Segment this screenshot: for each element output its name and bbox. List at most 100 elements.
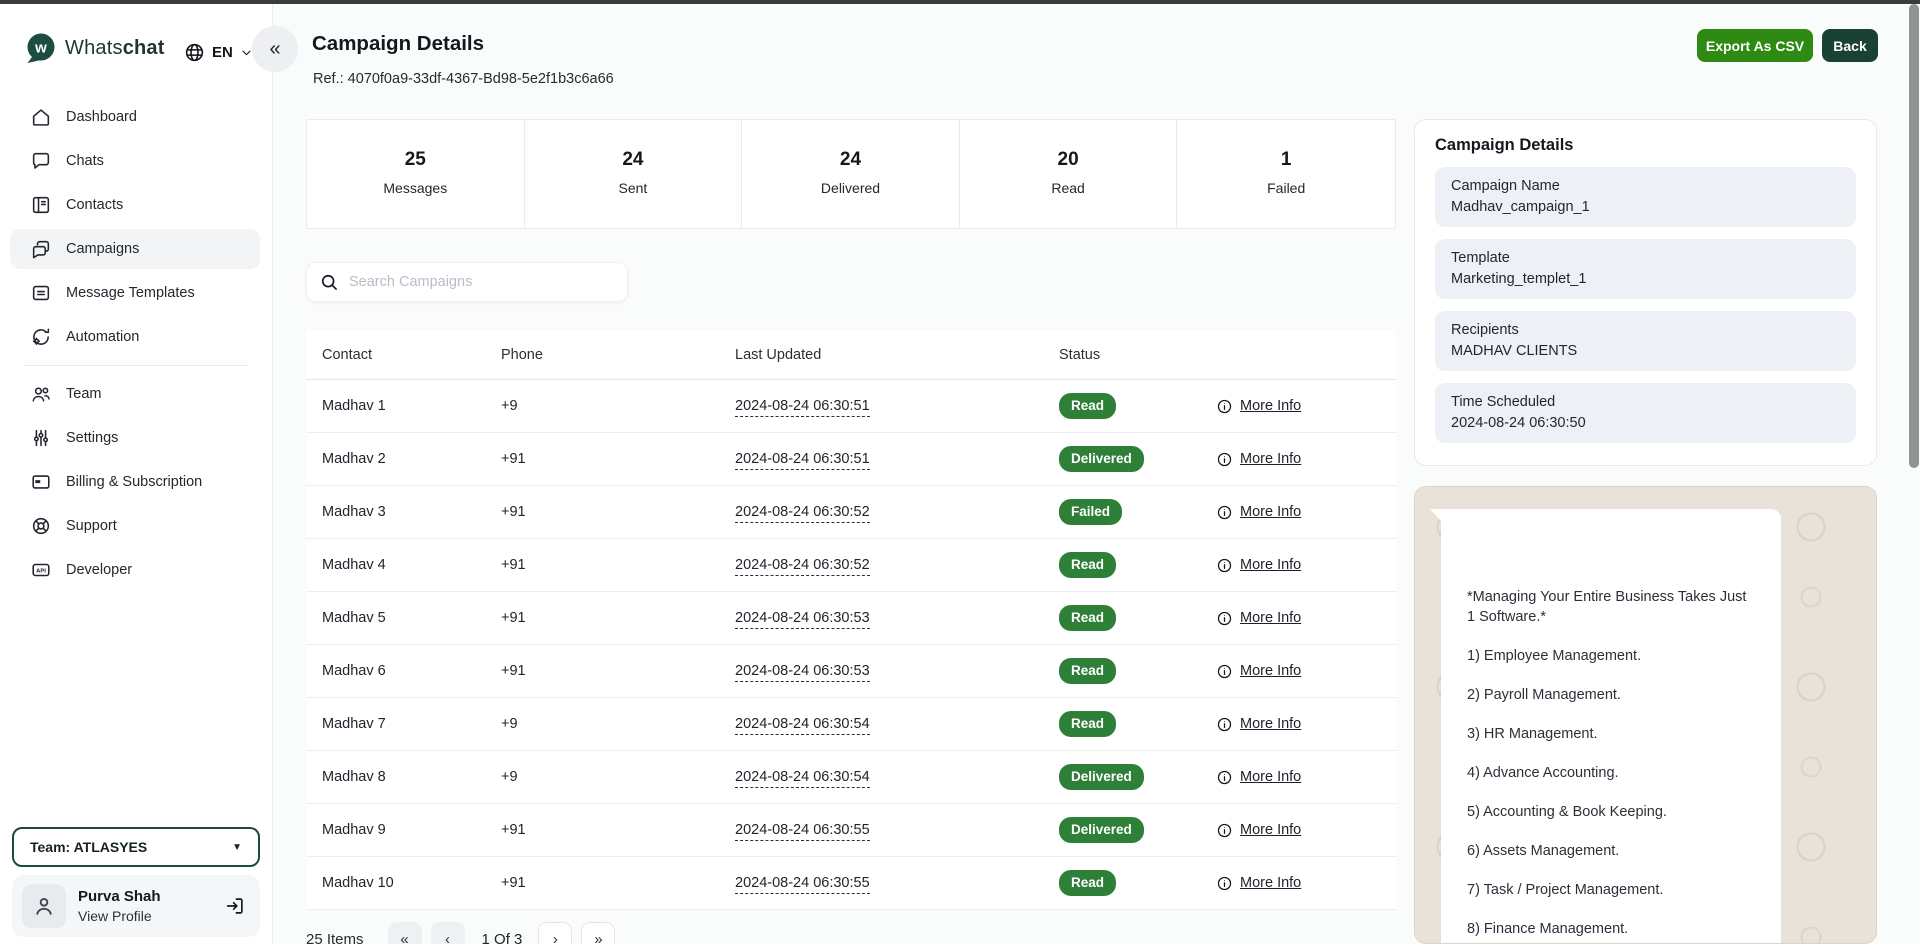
status-badge: Delivered — [1059, 764, 1144, 790]
stat-card-messages: 25 Messages — [307, 120, 525, 228]
contact-cell: Madhav 6 — [322, 663, 386, 679]
first-page-button[interactable]: « — [387, 922, 422, 944]
timestamp-link[interactable]: 2024-08-24 06:30:52 — [735, 504, 870, 523]
last-page-button[interactable]: » — [581, 922, 616, 944]
sidebar-item-label: Contacts — [66, 197, 124, 213]
sidebar-item-label: Chats — [66, 153, 104, 169]
vertical-scrollbar[interactable] — [1908, 4, 1920, 944]
column-header-status: Status — [1059, 346, 1101, 363]
campaigns-icon — [30, 238, 52, 260]
page-indicator: 1 Of 3 — [481, 930, 523, 944]
chat-icon — [30, 150, 52, 172]
developer-icon: API — [30, 559, 52, 581]
globe-icon — [184, 42, 205, 63]
contacts-icon — [30, 194, 52, 216]
language-selector[interactable]: EN — [184, 42, 253, 63]
export-csv-button[interactable]: Export As CSV — [1697, 29, 1813, 62]
language-code: EN — [212, 44, 233, 61]
table-body: Madhav 1 +9 2024-08-24 06:30:51 Read More In… — [306, 380, 1396, 910]
whatschat-logo-icon: w — [24, 32, 58, 65]
more-info-link[interactable]: More Info — [1216, 875, 1396, 892]
more-info-link[interactable]: More Info — [1216, 663, 1396, 680]
sidebar-collapse-button[interactable]: « — [252, 26, 298, 72]
prev-page-button[interactable]: ‹ — [430, 922, 465, 944]
status-badge: Failed — [1059, 499, 1123, 525]
more-info-link[interactable]: More Info — [1216, 610, 1396, 627]
chevron-down-icon — [240, 46, 253, 59]
more-info-label: More Info — [1240, 451, 1302, 467]
sidebar-item-message-templates[interactable]: Message Templates — [0, 271, 272, 315]
back-button[interactable]: Back — [1822, 29, 1878, 62]
last-updated-cell: 2024-08-24 06:30:53 — [719, 610, 1043, 629]
status-badge: Read — [1059, 658, 1117, 684]
sidebar-item-developer[interactable]: API Developer — [0, 548, 272, 592]
timestamp-link[interactable]: 2024-08-24 06:30:51 — [735, 451, 870, 470]
items-count: 25 Items — [306, 930, 364, 944]
timestamp-link[interactable]: 2024-08-24 06:30:54 — [735, 716, 870, 735]
timestamp-link[interactable]: 2024-08-24 06:30:54 — [735, 769, 870, 788]
column-header-last-updated: Last Updated — [735, 346, 822, 363]
timestamp-link[interactable]: 2024-08-24 06:30:55 — [735, 875, 870, 894]
sidebar-item-team[interactable]: Team — [0, 372, 272, 416]
timestamp-link[interactable]: 2024-08-24 06:30:53 — [735, 610, 870, 629]
stat-value: 24 — [622, 148, 644, 170]
sidebar-item-contacts[interactable]: Contacts — [0, 183, 272, 227]
stat-label: Read — [1051, 179, 1085, 196]
timestamp-link[interactable]: 2024-08-24 06:30:51 — [735, 398, 870, 417]
detail-field-template: Template Marketing_templet_1 — [1435, 239, 1856, 299]
last-updated-cell: 2024-08-24 06:30:54 — [719, 716, 1043, 735]
status-cell: Read — [1043, 393, 1200, 419]
home-icon — [30, 106, 52, 128]
more-info-link[interactable]: More Info — [1216, 504, 1396, 521]
whatsapp-message-bubble: *Managing Your Entire Business Takes Jus… — [1430, 509, 1781, 943]
more-info-link[interactable]: More Info — [1216, 398, 1396, 415]
timestamp-link[interactable]: 2024-08-24 06:30:55 — [735, 822, 870, 841]
more-info-link[interactable]: More Info — [1216, 451, 1396, 468]
timestamp-link[interactable]: 2024-08-24 06:30:53 — [735, 663, 870, 682]
more-info-label: More Info — [1240, 875, 1302, 891]
timestamp-link[interactable]: 2024-08-24 06:30:52 — [735, 557, 870, 576]
sidebar-item-label: Support — [66, 518, 117, 534]
profile-card[interactable]: Purva Shah View Profile — [12, 875, 260, 937]
info-icon — [1216, 822, 1233, 839]
campaign-details-panel: Campaign Details Campaign Name Madhav_cam… — [1414, 119, 1877, 466]
table-row: Madhav 3 +91 2024-08-24 06:30:52 Failed More… — [306, 486, 1396, 539]
campaign-reference: Ref.: 4070f0a9-33df-4367-Bd98-5e2f1b3c6a… — [313, 71, 614, 87]
brand-logo[interactable]: w Whatschat — [24, 32, 165, 65]
sidebar-nav: Dashboard Chats Contacts Campaigns Message T… — [0, 95, 272, 592]
phone-cell: +9 — [501, 398, 518, 414]
profile-name: Purva Shah — [78, 888, 161, 905]
last-updated-cell: 2024-08-24 06:30:55 — [719, 822, 1043, 841]
sidebar-item-dashboard[interactable]: Dashboard — [0, 95, 272, 139]
scrollbar-thumb[interactable] — [1909, 4, 1919, 468]
sidebar-item-billing-subscription[interactable]: Billing & Subscription — [0, 460, 272, 504]
table-row: Madhav 7 +9 2024-08-24 06:30:54 Read More In… — [306, 698, 1396, 751]
more-info-link[interactable]: More Info — [1216, 822, 1396, 839]
detail-field-label: Campaign Name — [1451, 178, 1560, 194]
message-line: 8) Finance Management. — [1467, 921, 1629, 937]
more-info-label: More Info — [1240, 716, 1302, 732]
sidebar-item-campaigns[interactable]: Campaigns — [0, 227, 272, 271]
sidebar-item-chats[interactable]: Chats — [0, 139, 272, 183]
caret-down-icon: ▼ — [232, 841, 242, 853]
sidebar-item-settings[interactable]: Settings — [0, 416, 272, 460]
message-line: 1) Employee Management. — [1467, 648, 1642, 664]
sidebar-item-automation[interactable]: Automation — [0, 315, 272, 359]
last-updated-cell: 2024-08-24 06:30:51 — [719, 398, 1043, 417]
logout-icon[interactable] — [224, 895, 246, 917]
last-updated-cell: 2024-08-24 06:30:54 — [719, 769, 1043, 788]
more-info-link[interactable]: More Info — [1216, 557, 1396, 574]
search-input[interactable] — [349, 274, 615, 290]
more-info-link[interactable]: More Info — [1216, 716, 1396, 733]
detail-field-label: Template — [1451, 250, 1510, 266]
sidebar-item-support[interactable]: Support — [0, 504, 272, 548]
campaign-table: Contact Phone Last Updated Status Madhav 1 +… — [306, 330, 1396, 910]
next-page-button[interactable]: › — [538, 922, 573, 944]
team-select[interactable]: Team: ATLASYES ▼ — [12, 827, 260, 867]
phone-cell: +91 — [501, 504, 526, 520]
table-row: Madhav 5 +91 2024-08-24 06:30:53 Read More I… — [306, 592, 1396, 645]
view-profile-link[interactable]: View Profile — [78, 908, 161, 924]
more-info-link[interactable]: More Info — [1216, 769, 1396, 786]
info-icon — [1216, 398, 1233, 415]
page-title: Campaign Details — [312, 32, 485, 55]
